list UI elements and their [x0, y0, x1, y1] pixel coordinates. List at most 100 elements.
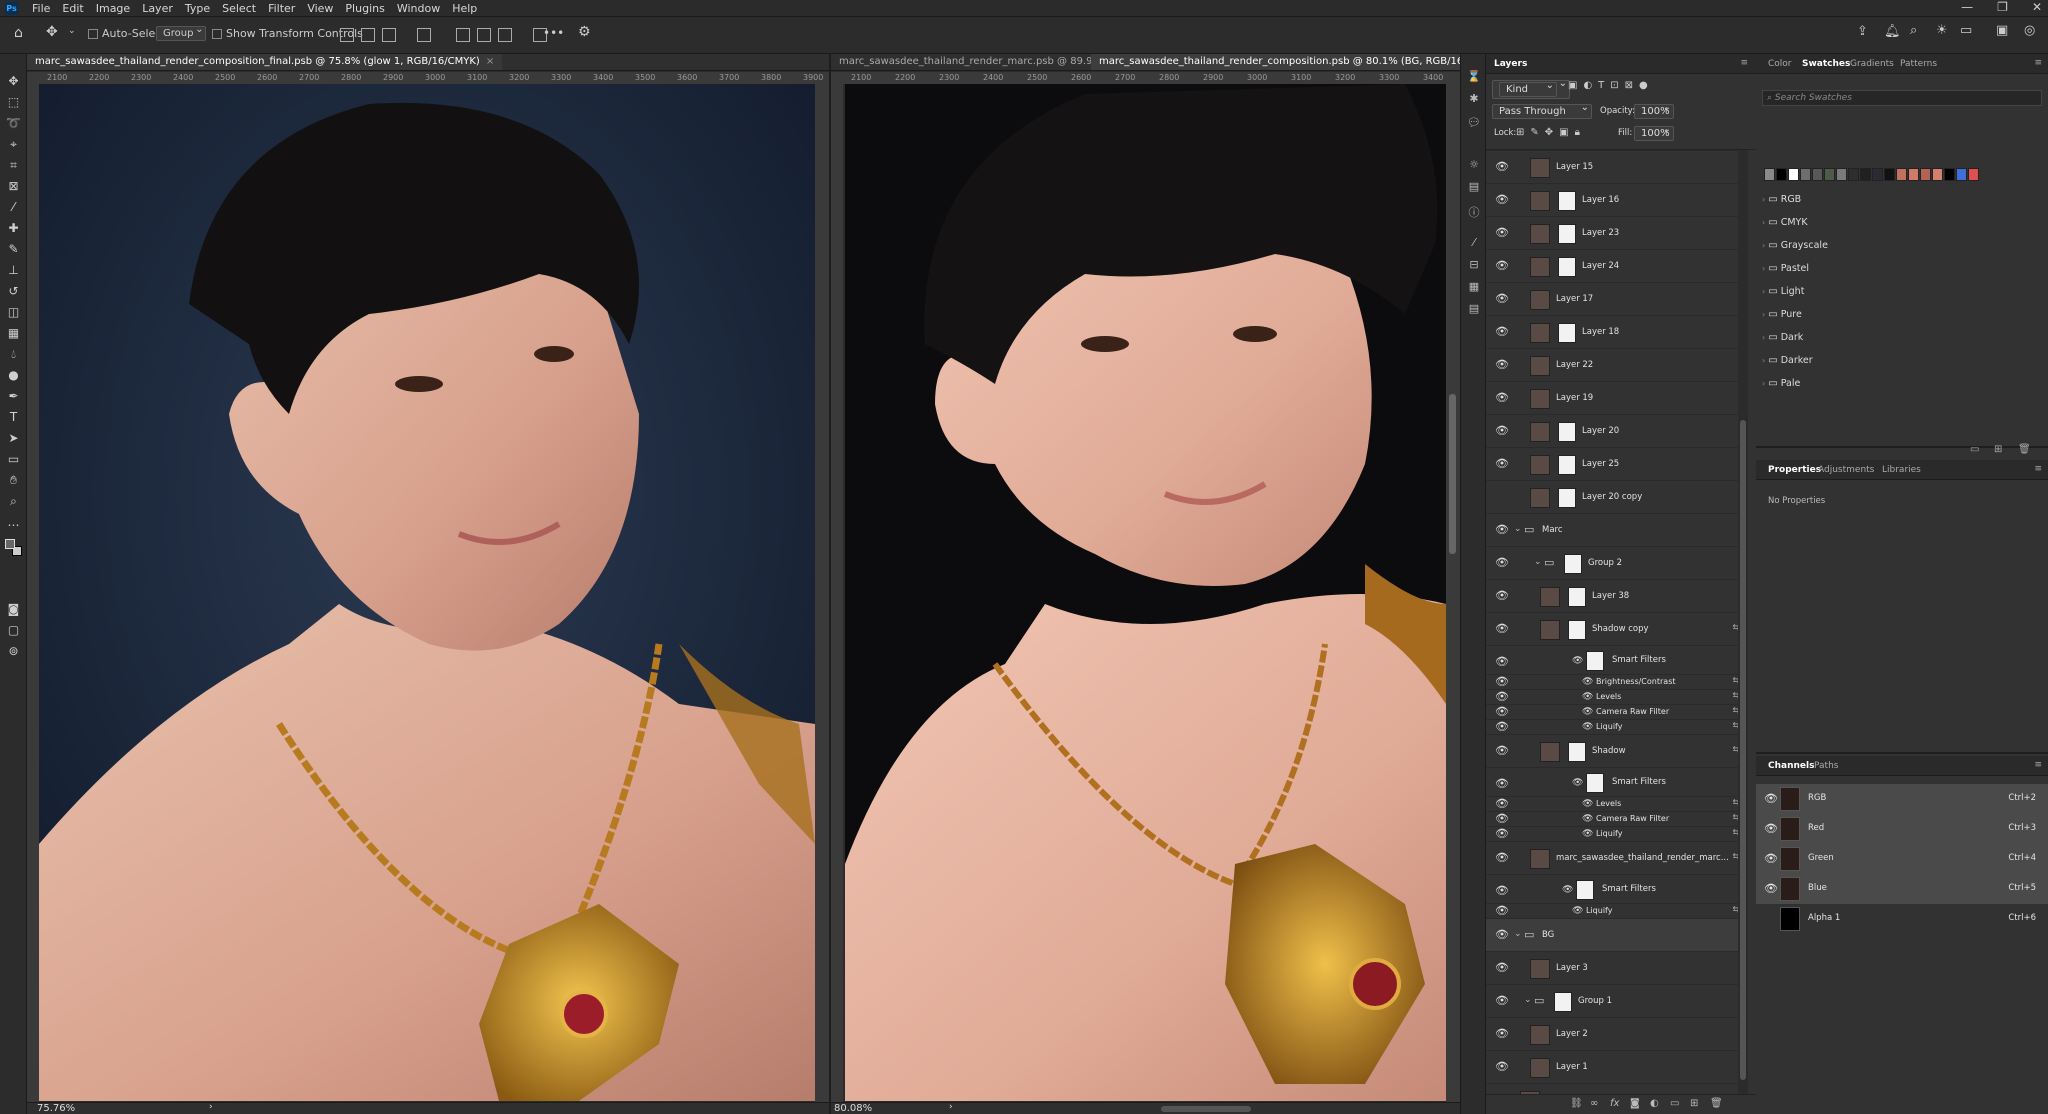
layer-row[interactable]: 👁︎ Layer 16	[1486, 183, 1748, 216]
tool-presets-icon[interactable]: ⊟	[1467, 258, 1481, 272]
link-layers-icon[interactable]: ⛓	[1570, 1098, 1583, 1109]
lock-icons[interactable]: ⊞✎✥▣🔒︎	[1516, 127, 1586, 138]
expand-chevron-icon[interactable]: ›	[1762, 218, 1765, 227]
panel-menu-icon[interactable]: ≡	[2034, 58, 2042, 68]
zoom-level[interactable]: 75.76%	[37, 1103, 75, 1114]
layer-row[interactable]: 👁︎ 👁︎ Liquify ⇆	[1486, 826, 1748, 841]
layer-row[interactable]: 👁︎ 👁︎ Levels ⇆	[1486, 689, 1748, 704]
adjustments-icon[interactable]: ☼	[1467, 158, 1481, 172]
smart-filter-mask[interactable]	[1576, 880, 1594, 900]
color-swatch[interactable]	[1776, 168, 1787, 181]
delete-layer-icon[interactable]: 🗑︎	[1710, 1098, 1723, 1109]
visibility-eye-icon[interactable]: 👁︎	[1495, 905, 1509, 917]
extra-tools-icon[interactable]: ⊚	[6, 644, 21, 659]
expand-chevron-icon[interactable]: ›	[1762, 333, 1765, 342]
menu-filter[interactable]: Filter	[262, 2, 301, 15]
visibility-eye-icon[interactable]: 👁︎	[1764, 792, 1778, 805]
visibility-eye-icon[interactable]: 👁︎	[1495, 425, 1509, 437]
layer-row[interactable]: 👁︎ Layer 17	[1486, 282, 1748, 315]
layer-row[interactable]: 👁︎ Layer 38	[1486, 579, 1748, 612]
visibility-eye-icon[interactable]: 👁︎	[1495, 161, 1509, 173]
workspace-icon[interactable]: ▭	[1960, 23, 1972, 38]
vertical-scrollbar[interactable]	[815, 84, 829, 1102]
adjustment-layer-icon[interactable]: ◐	[1650, 1098, 1659, 1109]
layer-row[interactable]: 👁︎Render_003_Noisy Image.RGB	[1486, 1083, 1748, 1094]
layer-row[interactable]: Layer 20 copy	[1486, 480, 1748, 513]
pen-tool-icon[interactable]: ✒	[6, 389, 21, 404]
visibility-eye-icon[interactable]: 👁︎	[1495, 524, 1509, 536]
align-middle-icon[interactable]	[476, 28, 491, 42]
visibility-eye-icon[interactable]: 👁︎	[1495, 691, 1509, 703]
new-group-icon[interactable]: ▭	[1970, 444, 1979, 455]
visibility-eye-icon[interactable]: 👁︎	[1764, 822, 1778, 835]
color-swatch[interactable]	[1908, 168, 1919, 181]
quick-select-tool-icon[interactable]: ⌖	[6, 137, 21, 152]
minimize-button[interactable]: —	[1961, 0, 1973, 14]
menu-file[interactable]: File	[26, 2, 56, 15]
layer-row[interactable]: 👁︎ Layer 15	[1486, 150, 1748, 183]
document-tab-final[interactable]: marc_sawasdee_thailand_render_compositio…	[27, 54, 503, 70]
visibility-eye-icon[interactable]: 👁︎	[1495, 706, 1509, 718]
document-tab-composition[interactable]: marc_sawasdee_thailand_render_compositio…	[1091, 54, 1460, 70]
color-swatch[interactable]	[1824, 168, 1835, 181]
align-left-icon[interactable]	[340, 28, 354, 42]
tab-swatches[interactable]: Swatches	[1802, 59, 1850, 69]
layer-mask-thumbnail[interactable]	[1558, 191, 1576, 211]
color-swatch[interactable]	[1968, 168, 1979, 181]
layer-thumbnail[interactable]	[1530, 389, 1550, 409]
color-swatch[interactable]	[1788, 168, 1799, 181]
tab-adjustments[interactable]: Adjustments	[1818, 465, 1874, 475]
color-swatch[interactable]	[1956, 168, 1967, 181]
color-swatch[interactable]	[1896, 168, 1907, 181]
history-icon[interactable]: ⌛	[1467, 70, 1481, 84]
swatch-folder[interactable]: › ▭ Grayscale	[1762, 240, 1828, 251]
brush-settings-icon[interactable]: ⁄	[1467, 236, 1481, 250]
link-icon[interactable]: ∞	[1590, 1098, 1598, 1109]
move-tool-icon[interactable]: ✥	[6, 74, 21, 89]
layer-row[interactable]: 👁︎ 👁︎ Smart Filters	[1486, 767, 1748, 796]
scrollbar-thumb[interactable]	[1449, 394, 1456, 554]
swatch-folder[interactable]: › ▭ Light	[1762, 286, 1804, 297]
layer-mask-thumbnail[interactable]	[1558, 257, 1576, 277]
menu-type[interactable]: Type	[179, 2, 216, 15]
visibility-eye-icon[interactable]: 👁︎	[1495, 745, 1509, 757]
menu-view[interactable]: View	[301, 2, 339, 15]
menu-image[interactable]: Image	[90, 2, 136, 15]
layer-row[interactable]: 👁︎ Shadow copy ⇆	[1486, 612, 1748, 645]
visibility-eye-icon[interactable]: 👁︎	[1495, 326, 1509, 338]
tab-gradients[interactable]: Gradients	[1850, 59, 1894, 69]
layer-row[interactable]: 👁︎ Layer 22	[1486, 348, 1748, 381]
layer-row[interactable]: 👁︎ ⌄ ▭ BG	[1486, 918, 1748, 951]
align-icons[interactable]	[340, 28, 554, 45]
visibility-eye-icon[interactable]: 👁︎	[1495, 676, 1509, 688]
home-icon[interactable]: ⌂	[14, 25, 23, 41]
expand-chevron-icon[interactable]: ›	[1762, 264, 1765, 273]
search-icon[interactable]: ⌕	[1910, 23, 1917, 38]
info-icon[interactable]: ⓘ	[1467, 206, 1481, 220]
lasso-tool-icon[interactable]: ➰	[6, 116, 21, 131]
tab-paths[interactable]: Paths	[1814, 761, 1838, 771]
visibility-eye-icon[interactable]: 👁︎	[1495, 995, 1509, 1007]
color-swatch[interactable]	[1860, 168, 1871, 181]
notifications-bell-icon[interactable]: 🔔︎	[1884, 24, 1901, 39]
visibility-eye-icon[interactable]: 👁︎	[1495, 557, 1509, 569]
move-tool-icon[interactable]: ✥	[46, 24, 58, 40]
layer-row[interactable]: 👁︎ 👁︎ Liquify ⇆	[1486, 903, 1748, 918]
layer-thumbnail[interactable]	[1530, 849, 1550, 869]
visibility-eye-icon[interactable]: 👁︎	[1764, 852, 1778, 865]
layer-row[interactable]: 👁︎ ⌄ ▭ Marc	[1486, 513, 1748, 546]
filter-type-icons[interactable]: ▣◐T⊡⊠●	[1568, 80, 1654, 91]
visibility-eye-icon[interactable]: 👁︎	[1495, 227, 1509, 239]
rectangle-tool-icon[interactable]: ▭	[6, 452, 21, 467]
tab-libraries[interactable]: Libraries	[1882, 465, 1921, 475]
opacity-field[interactable]: 100%	[1634, 102, 1674, 119]
layer-row[interactable]: 👁︎ 👁︎ Liquify ⇆	[1486, 719, 1748, 734]
filter-visibility-eye-icon[interactable]: 👁︎	[1572, 905, 1584, 917]
visibility-eye-icon[interactable]: 👁︎	[1495, 798, 1509, 810]
layer-row[interactable]: 👁︎ 👁︎ Camera Raw Filter ⇆	[1486, 811, 1748, 826]
layer-row[interactable]: 👁︎ 👁︎ Brightness/Contrast ⇆	[1486, 674, 1748, 689]
tab-color[interactable]: Color	[1768, 59, 1792, 69]
swatch-folder[interactable]: › ▭ Pure	[1762, 309, 1802, 320]
layer-row[interactable]: 👁︎ Layer 25	[1486, 447, 1748, 480]
swatch-folder[interactable]: › ▭ RGB	[1762, 194, 1801, 205]
